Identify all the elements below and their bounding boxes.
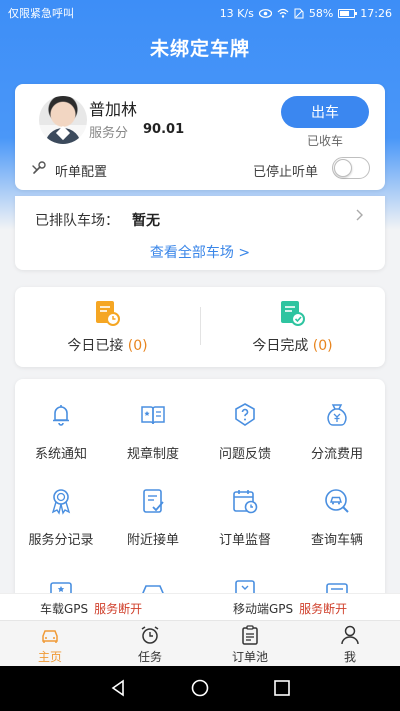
tab-tasks[interactable]: 任务 (100, 621, 200, 667)
mobile-gps-status: 服务断开 (299, 602, 348, 616)
tab-label: 主页 (37, 650, 62, 664)
feature-label: 查询车辆 (310, 533, 363, 548)
vehicle-gps: 车载GPS 服务断开 (40, 600, 142, 617)
vehicle-gps-status: 服务断开 (94, 602, 143, 616)
status-right: 13 K/s 58% 17:26 (220, 7, 392, 20)
feature-label: 规章制度 (126, 447, 179, 462)
today-accepted-label: 今日已接 (67, 338, 124, 354)
tab-home[interactable]: 主页 (0, 621, 100, 667)
medal-icon (51, 489, 71, 515)
feature-label: 问题反馈 (218, 447, 271, 462)
listen-status-label: 已停止听单 (253, 165, 319, 180)
feature-label: 系统通知 (34, 447, 87, 462)
avatar[interactable] (39, 96, 87, 144)
recents-icon[interactable] (272, 678, 292, 698)
driver-card: 普加林 服务分 90.01 出车 已收车 听单配置 已停止听单 (15, 84, 385, 190)
today-completed-text: 今日完成 (0) (200, 335, 385, 355)
today-completed[interactable]: 今日完成 (0) (200, 287, 385, 367)
person-icon (341, 625, 359, 645)
home-icon[interactable] (190, 678, 210, 698)
score-value: 90.01 (143, 122, 185, 137)
tab-me[interactable]: 我 (300, 621, 400, 667)
depart-button[interactable]: 出车 (281, 96, 369, 128)
today-accepted-text: 今日已接 (0) (15, 335, 200, 355)
score-label: 服务分 (89, 126, 129, 141)
wrench-icon[interactable] (31, 160, 47, 176)
money-bag-icon (327, 404, 347, 426)
wifi-icon (277, 8, 289, 18)
accepted-orders-icon (96, 301, 120, 326)
feature-diversion-fee[interactable]: 分流费用 (291, 385, 383, 471)
feature-feedback[interactable]: 问题反馈 (199, 385, 291, 471)
no-sim-icon (294, 8, 304, 18)
system-nav-bar (0, 666, 400, 711)
feature-vehicle-search[interactable]: 查询车辆 (291, 471, 383, 557)
view-all-parking-link[interactable]: 查看全部车场 > (15, 242, 385, 262)
listen-toggle[interactable] (332, 157, 370, 179)
feature-score-record[interactable]: 服务分记录 (15, 471, 107, 557)
listen-config-link[interactable]: 听单配置 (55, 161, 107, 180)
feature-label: 服务分记录 (28, 533, 94, 548)
tab-label: 我 (343, 650, 356, 664)
tab-label: 订单池 (231, 650, 268, 664)
feature-label: 附近接单 (126, 533, 179, 548)
bell-icon (53, 405, 69, 426)
feature-nearby-orders[interactable]: 附近接单 (107, 471, 199, 557)
mobile-gps-label: 移动端GPS (233, 602, 294, 616)
today-stats-card: 今日已接 (0) 今日完成 (0) (15, 287, 385, 367)
calendar-clock-icon (233, 490, 258, 514)
today-completed-count: (0) (312, 338, 333, 354)
car-icon (42, 630, 58, 643)
feature-grid: 系统通知 规章制度 问题反馈 分流费用 服务分记录 附近接单 订单监督 查询车辆 (15, 379, 385, 609)
vehicle-gps-label: 车载GPS (40, 602, 89, 616)
battery-percent: 58% (308, 6, 334, 20)
battery-icon (338, 8, 358, 18)
tab-order-pool[interactable]: 订单池 (200, 621, 300, 667)
book-icon (141, 406, 165, 425)
alarm-clock-icon (141, 626, 159, 644)
back-icon[interactable] (108, 678, 128, 698)
network-speed: 13 K/s (219, 6, 254, 20)
tab-label: 任务 (137, 650, 162, 664)
driver-name: 普加林 (89, 100, 138, 119)
carrier-text: 仅限紧急呼叫 (8, 7, 74, 20)
clock-time: 17:26 (360, 6, 392, 20)
clipboard-icon (242, 625, 258, 645)
checklist-icon (143, 489, 164, 513)
completed-orders-icon (281, 301, 305, 326)
page-title: 未绑定车牌 (149, 38, 250, 60)
gps-status-bar: 车载GPS 服务断开 移动端GPS 服务断开 (0, 593, 400, 620)
depart-status: 已收车 (306, 134, 343, 148)
feature-system-notice[interactable]: 系统通知 (15, 385, 107, 471)
car-search-icon (325, 489, 349, 513)
eye-icon (258, 8, 272, 18)
today-completed-label: 今日完成 (252, 338, 309, 354)
toggle-knob (334, 159, 352, 177)
feature-regulations[interactable]: 规章制度 (107, 385, 199, 471)
feature-order-supervision[interactable]: 订单监督 (199, 471, 291, 557)
bottom-tab-bar: 主页 任务 订单池 我 (0, 620, 400, 666)
feature-label: 分流费用 (310, 447, 363, 462)
feature-label: 订单监督 (218, 533, 271, 548)
status-bar: 仅限紧急呼叫 13 K/s 58% 17:26 (0, 0, 400, 26)
queue-label: 已排队车场： (35, 213, 119, 229)
queue-value: 暂无 (132, 213, 160, 229)
question-icon (235, 403, 255, 426)
today-accepted-count: (0) (127, 338, 148, 354)
today-accepted[interactable]: 今日已接 (0) (15, 287, 200, 367)
mobile-gps: 移动端GPS 服务断开 (233, 600, 347, 617)
queue-card[interactable]: 已排队车场： 暂无 查看全部车场 > (15, 196, 385, 270)
chevron-right-icon[interactable] (355, 208, 365, 222)
